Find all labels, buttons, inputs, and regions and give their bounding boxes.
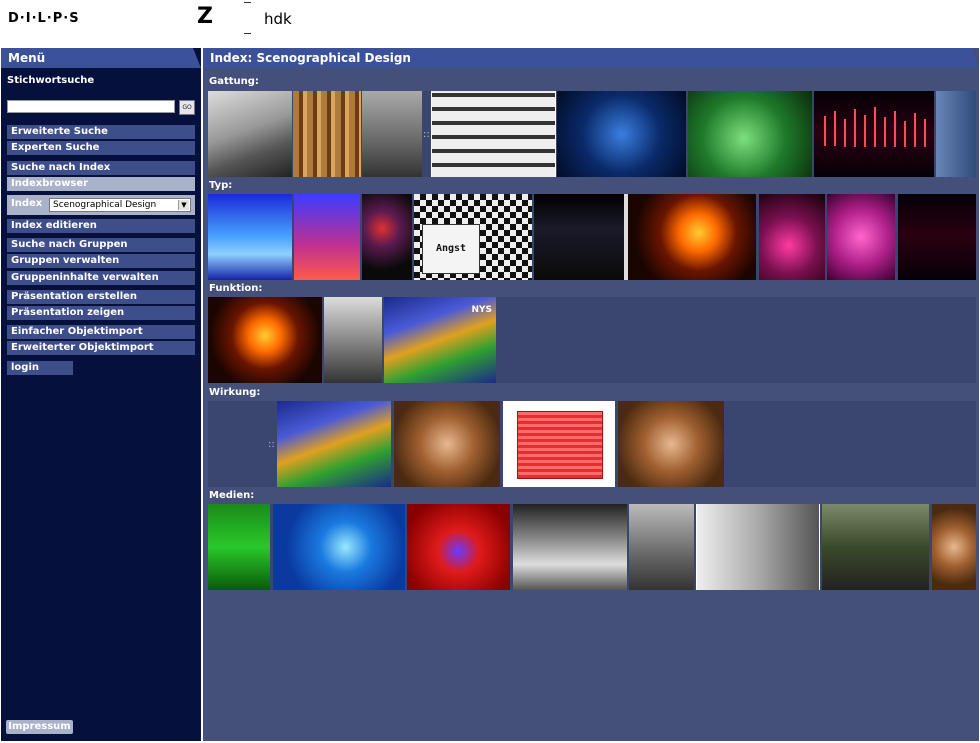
menu-title: Menü <box>1 48 201 68</box>
menu-item-extended-import[interactable]: Erweiterter Objektimport <box>7 341 195 355</box>
keyword-search-input[interactable] <box>7 100 175 113</box>
section-label-medien: Medien: <box>209 490 255 501</box>
thumbnail[interactable] <box>696 504 820 590</box>
thumbnail[interactable] <box>324 297 382 383</box>
menu-item-create-presentation[interactable]: Präsentation erstellen <box>7 290 195 304</box>
thumbnail[interactable] <box>814 91 934 177</box>
thumbnail-strip-medien <box>208 504 976 590</box>
menu-item-simple-import[interactable]: Einfacher Objektimport <box>7 325 195 339</box>
thumbnail[interactable] <box>503 401 615 487</box>
menu-item-expert-search[interactable]: Experten Suche <box>7 141 195 155</box>
thumbnail[interactable]: NYS <box>384 297 496 383</box>
red-cube-graphic <box>517 411 603 479</box>
menu-item-edit-index[interactable]: Index editieren <box>7 219 195 233</box>
thumbnail[interactable] <box>294 194 360 280</box>
thumbnail[interactable] <box>628 194 756 280</box>
chevron-down-icon[interactable]: ▼ <box>178 200 189 210</box>
thumbnail[interactable]: Angst <box>414 194 532 280</box>
menu-item-index-search[interactable]: Suche nach Index <box>7 161 195 175</box>
thumbnail[interactable] <box>208 194 292 280</box>
thumbnail[interactable] <box>936 91 976 177</box>
index-select-value: Scenographical Design <box>53 200 157 210</box>
main-content: Index: Scenographical Design Gattung: ::… <box>203 48 979 741</box>
section-label-wirkung: Wirkung: <box>209 387 261 398</box>
nys-label: NYS <box>471 305 492 315</box>
thumbnail[interactable] <box>688 91 812 177</box>
thumbnail[interactable] <box>277 401 391 487</box>
spacer-dots: :: <box>268 439 275 450</box>
thumbnail[interactable] <box>629 504 694 590</box>
menu-item-extended-search[interactable]: Erweiterte Suche <box>7 125 195 139</box>
angst-cube: Angst <box>422 224 480 274</box>
index-select[interactable]: Scenographical Design ▼ <box>49 198 191 212</box>
dilips-logo[interactable]: D·I·L·P·S <box>8 11 80 26</box>
go-button[interactable]: GO <box>179 100 195 115</box>
index-selector-row: Index Scenographical Design ▼ <box>7 195 195 215</box>
menu-item-indexbrowser[interactable]: Indexbrowser <box>7 177 195 191</box>
thumbnail[interactable] <box>362 194 412 280</box>
menu-item-show-presentation[interactable]: Präsentation zeigen <box>7 306 195 320</box>
thumbnail[interactable] <box>208 297 322 383</box>
thumbnail[interactable] <box>407 504 510 590</box>
section-label-gattung: Gattung: <box>209 76 259 87</box>
thumbnail[interactable] <box>431 91 556 177</box>
thumbnail[interactable] <box>208 504 270 590</box>
thumbnail-strip-gattung: :: <box>208 91 976 177</box>
menu-item-group-search[interactable]: Suche nach Gruppen <box>7 238 195 252</box>
section-label-typ: Typ: <box>209 180 233 191</box>
thumbnail[interactable] <box>273 504 405 590</box>
thumbnail[interactable] <box>394 401 500 487</box>
logo-divider <box>244 0 252 36</box>
spacer-dots: :: <box>423 129 430 140</box>
menu-item-manage-groups[interactable]: Gruppen verwalten <box>7 254 195 268</box>
thumbnail[interactable] <box>513 504 627 590</box>
page-header: D·I·L·P·S Z hdk <box>0 0 980 46</box>
thumbnail[interactable] <box>293 91 361 177</box>
keyword-search-label: Stichwortsuche <box>7 75 95 86</box>
sidebar-menu: Menü Stichwortsuche GO Erweiterte Suche … <box>1 48 201 741</box>
thumbnail[interactable] <box>208 91 292 177</box>
thumbnail[interactable] <box>898 194 976 280</box>
light-dots-graphic <box>824 107 926 147</box>
index-label: Index <box>11 198 43 209</box>
hdk-logo[interactable]: hdk <box>264 10 292 28</box>
thumbnail[interactable] <box>932 504 976 590</box>
z-logo[interactable]: Z <box>197 4 213 29</box>
page-title: Index: Scenographical Design <box>203 48 979 68</box>
thumbnail[interactable] <box>534 194 632 280</box>
thumbnail[interactable] <box>759 194 825 280</box>
thumbnail[interactable] <box>362 91 422 177</box>
thumbnail-strip-funktion: NYS <box>208 297 976 383</box>
thumbnail-strip-wirkung: :: <box>208 401 976 487</box>
thumbnail-strip-typ: Angst <box>208 194 976 280</box>
thumbnail[interactable] <box>557 91 686 177</box>
menu-item-manage-group-contents[interactable]: Gruppeninhalte verwalten <box>7 271 195 285</box>
thumbnail[interactable] <box>827 194 895 280</box>
thumbnail[interactable] <box>618 401 724 487</box>
impressum-button[interactable]: Impressum <box>6 720 73 734</box>
login-button[interactable]: login <box>7 361 73 375</box>
thumbnail[interactable] <box>822 504 929 590</box>
section-label-funktion: Funktion: <box>209 283 263 294</box>
